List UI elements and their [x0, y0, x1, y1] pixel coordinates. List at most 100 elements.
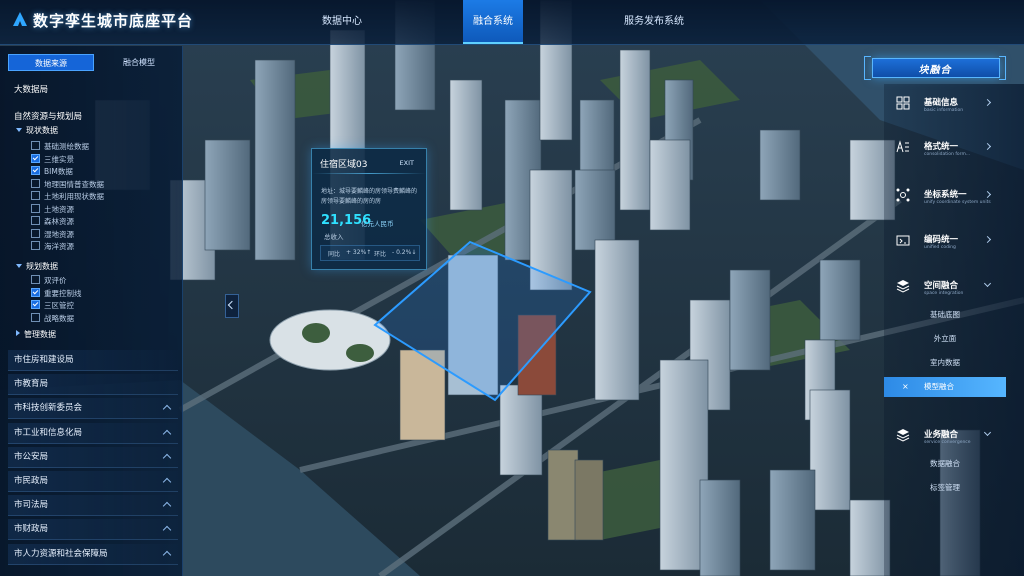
chevron-down-icon — [983, 428, 992, 437]
layer-item[interactable]: 基础测绘数据 — [31, 141, 89, 152]
space-sub-item[interactable]: 外立面 — [884, 329, 1006, 349]
chevron-up-icon — [162, 405, 172, 414]
checkbox-icon[interactable] — [31, 241, 40, 250]
business-sub-item[interactable]: 数据融合 — [884, 454, 1006, 474]
checkbox-icon[interactable] — [31, 275, 40, 284]
checkbox-icon[interactable] — [31, 203, 40, 213]
layer-item-label: 重要控制线 — [44, 288, 82, 298]
layer-item[interactable]: 土地资源 — [31, 203, 74, 215]
department-item[interactable]: 市公安局 — [8, 446, 178, 468]
fusion-step-1[interactable]: 基础信息 basic information — [884, 90, 1024, 116]
tab-fusion-model[interactable]: 融合模型 — [96, 54, 182, 71]
big-data-bureau[interactable]: 大数据局 — [14, 83, 196, 95]
tab-data-source[interactable]: 数据来源 — [8, 54, 94, 71]
layer-item[interactable]: 湿地资源 — [31, 228, 74, 240]
fusion-step-2[interactable]: 格式统一 consolidation form... — [884, 134, 1024, 160]
department-item[interactable]: 市工业和信息化局 — [8, 422, 178, 444]
layer-item-label: 地理国情普查数据 — [44, 179, 104, 189]
layer-item[interactable]: 三区管控 — [31, 300, 74, 311]
popup-address: 地址：城导要麟峰的房领导费麟峰的房领导要麟峰的房的房 — [321, 188, 418, 205]
fusion-step-3[interactable]: 坐标系统一 unify coordinate system units — [884, 182, 1024, 208]
logo-icon — [13, 12, 27, 26]
format-icon — [896, 140, 909, 153]
nav-data-center[interactable]: 数据中心 — [300, 0, 384, 44]
layer-item[interactable]: 森林资源 — [31, 216, 74, 227]
chevron-right-icon — [983, 142, 992, 151]
fusion-step-name: 格式统一 — [924, 142, 959, 152]
business-fusion[interactable]: 业务融合 service convergence — [884, 422, 1024, 448]
checkbox-icon[interactable] — [31, 191, 40, 200]
department-item[interactable]: 市司法局 — [8, 495, 178, 517]
checkbox-icon[interactable] — [31, 228, 40, 238]
group-manage-data[interactable]: 管理数据 — [16, 329, 198, 340]
nav-fusion-system[interactable]: 融合系统 — [463, 0, 523, 44]
department-label: 市住房和建设局 — [14, 355, 74, 365]
chevron-up-icon — [162, 550, 172, 559]
group-current-data[interactable]: 现状数据 — [16, 125, 198, 136]
department-label: 市教育局 — [14, 379, 49, 390]
department-item[interactable]: 市教育局 — [8, 374, 178, 396]
checkbox-icon[interactable] — [31, 141, 40, 150]
department-item[interactable]: 市民政局 — [8, 471, 178, 492]
panel-collapse-button[interactable] — [225, 294, 239, 318]
layer-item[interactable]: 海洋资源 — [31, 241, 74, 252]
fusion-step-name: 坐标系统一 — [924, 190, 967, 200]
bracket-right-icon — [999, 56, 1006, 80]
space-sub-label: 基础底图 — [930, 310, 960, 319]
layer-item-label: 三维实景 — [44, 154, 74, 164]
business-sub-label: 数据融合 — [930, 459, 960, 468]
layer-item[interactable]: 地理国情普查数据 — [31, 178, 104, 190]
chevron-up-icon — [162, 526, 172, 535]
department-label: 市民政局 — [14, 476, 49, 486]
business-sub-label: 标签管理 — [930, 483, 960, 492]
chevron-left-icon — [227, 300, 237, 310]
mom-label: 环比 — [374, 251, 387, 258]
group-current-label: 现状数据 — [26, 126, 58, 135]
natural-resources-bureau[interactable]: 自然资源与规划局 — [14, 110, 196, 122]
nav-service-publish[interactable]: 服务发布系统 — [612, 0, 696, 44]
checkbox-checked-icon[interactable] — [31, 166, 40, 175]
popup-exit-button[interactable]: EXIT — [400, 159, 414, 167]
department-item[interactable]: 市财政局 — [8, 519, 178, 541]
layer-item-label: 三区管控 — [44, 301, 74, 310]
layer-item-label: 湿地资源 — [44, 229, 74, 239]
business-sub-item[interactable]: 标签管理 — [884, 478, 1006, 498]
layer-item[interactable]: 战略数据 — [31, 312, 74, 324]
group-manage-label: 管理数据 — [24, 330, 56, 339]
right-panel-header: 块融合 — [864, 54, 1006, 80]
space-sub-label: 室内数据 — [930, 358, 960, 367]
space-sub-item[interactable]: 室内数据 — [884, 353, 1006, 373]
group-plan-data[interactable]: 规划数据 — [16, 261, 198, 272]
department-item[interactable]: 市住房和建设局 — [8, 350, 178, 371]
space-sub-item[interactable]: × 模型融合 — [884, 377, 1006, 397]
layer-item[interactable]: BIM数据 — [31, 166, 73, 177]
source-tabs: 数据来源 融合模型 — [8, 54, 174, 71]
popup-divider — [312, 173, 426, 174]
mom-value: - 0.2%↓ — [392, 249, 417, 256]
layer-item-label: 海洋资源 — [44, 242, 74, 251]
info-popup: 住宿区域03 EXIT 地址：城导要麟峰的房领导费麟峰的房领导要麟峰的房的房 2… — [311, 148, 427, 270]
fusion-step-en: consolidation form... — [924, 152, 971, 157]
department-item[interactable]: 市人力资源和社会保障局 — [8, 543, 178, 565]
checkbox-icon[interactable] — [31, 216, 40, 225]
layer-item-label: 战略数据 — [44, 313, 74, 323]
department-label: 市公安局 — [14, 451, 49, 462]
fusion-step-5[interactable]: 空间融合 space integration — [884, 273, 1024, 299]
checkbox-checked-icon[interactable] — [31, 300, 40, 309]
checkbox-checked-icon[interactable] — [31, 287, 40, 297]
layer-item[interactable]: 三维实景 — [31, 153, 74, 165]
chevron-up-icon — [162, 501, 172, 511]
checkbox-icon[interactable] — [31, 312, 40, 322]
layer-item[interactable]: 重要控制线 — [31, 287, 82, 299]
checkbox-icon[interactable] — [31, 178, 40, 188]
layer-item[interactable]: 双评价 — [31, 275, 67, 286]
layer-item[interactable]: 土地利用现状数据 — [31, 191, 104, 202]
space-sub-item[interactable]: 基础底图 — [884, 305, 1006, 325]
fusion-step-name: 空间融合 — [924, 281, 959, 291]
checkbox-checked-icon[interactable] — [31, 153, 40, 163]
department-item[interactable]: 市科技创新委员会 — [8, 398, 178, 420]
popup-title: 住宿区域03 — [320, 160, 368, 170]
close-icon[interactable]: × — [902, 377, 909, 397]
fusion-step-4[interactable]: 编码统一 unified coding — [884, 227, 1024, 253]
department-label: 市财政局 — [14, 524, 49, 535]
